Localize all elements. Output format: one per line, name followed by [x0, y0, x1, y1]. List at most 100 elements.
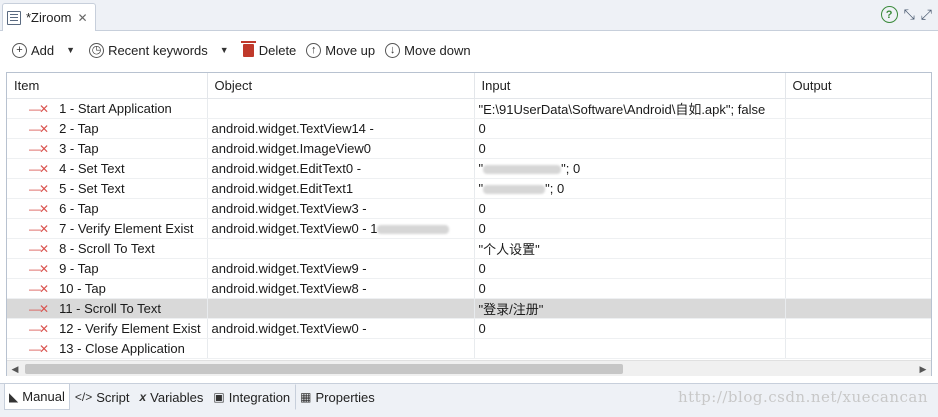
item-cell[interactable]: —✕ 2 - Tap — [7, 118, 208, 139]
table-row-selected[interactable]: —✕ 11 - Scroll To Text "登录/注册" — [7, 298, 931, 319]
object-cell[interactable]: android.widget.TextView0 - 1 — [207, 218, 475, 239]
object-cell[interactable]: android.widget.TextView0 - — [207, 318, 475, 339]
tab-script[interactable]: </> Script — [70, 384, 135, 410]
object-cell[interactable]: android.widget.EditText1 — [207, 178, 475, 199]
item-cell[interactable]: —✕ 8 - Scroll To Text — [7, 238, 208, 259]
object-text: android.widget.TextView0 - 1 — [211, 220, 378, 236]
input-cell[interactable]: "E:\91UserData\Software\Android\自如.apk";… — [474, 98, 786, 119]
step-icon: —✕ — [29, 201, 49, 216]
input-cell[interactable]: 0 — [474, 138, 786, 159]
recent-keywords-dropdown-icon[interactable]: ▼ — [220, 45, 229, 55]
recent-keywords-button[interactable]: ◷ Recent keywords — [89, 42, 208, 58]
object-cell[interactable]: android.widget.TextView3 - — [207, 198, 475, 219]
table-row[interactable]: —✕ 10 - Tap android.widget.TextView8 - 0 — [7, 278, 931, 299]
object-cell[interactable] — [207, 238, 475, 259]
item-cell[interactable]: —✕ 10 - Tap — [7, 278, 208, 299]
table-row[interactable]: —✕ 13 - Close Application — [7, 338, 931, 359]
column-header-input[interactable]: Input — [474, 73, 786, 99]
input-cell[interactable]: 0 — [474, 218, 786, 239]
table-row[interactable]: —✕ 8 - Scroll To Text "个人设置" — [7, 238, 931, 259]
input-cell[interactable]: 0 — [474, 258, 786, 279]
item-cell[interactable]: —✕ 9 - Tap — [7, 258, 208, 279]
help-icon[interactable]: ? — [880, 6, 898, 23]
output-cell[interactable] — [785, 158, 931, 179]
object-cell[interactable] — [207, 338, 475, 359]
output-cell[interactable] — [785, 218, 931, 239]
input-cell[interactable]: "登录/注册" — [474, 298, 786, 319]
delete-button[interactable]: Delete — [240, 40, 296, 58]
item-cell[interactable]: —✕ 1 - Start Application — [7, 98, 208, 119]
tab-integration[interactable]: ▣ Integration — [208, 384, 295, 410]
table-row[interactable]: —✕ 7 - Verify Element Exist android.widge… — [7, 218, 931, 239]
output-cell[interactable] — [785, 98, 931, 119]
scrollbar-thumb[interactable] — [25, 364, 623, 374]
script-icon: </> — [74, 390, 93, 404]
add-dropdown-icon[interactable]: ▼ — [66, 45, 75, 55]
item-label: 8 - Scroll To Text — [59, 240, 155, 256]
redacted-value — [483, 164, 562, 174]
object-cell[interactable]: android.widget.TextView8 - — [207, 278, 475, 299]
output-cell[interactable] — [785, 298, 931, 319]
move-down-button[interactable]: ↓ Move down — [385, 42, 471, 58]
output-cell[interactable] — [785, 318, 931, 339]
input-cell[interactable]: " "; 0 — [474, 158, 786, 179]
table-row[interactable]: —✕ 2 - Tap android.widget.TextView14 - 0 — [7, 118, 931, 139]
horizontal-scrollbar[interactable]: ◀ ▶ — [7, 360, 931, 376]
restore-icon[interactable]: ⤡ — [904, 6, 915, 23]
table-row[interactable]: —✕ 3 - Tap android.widget.ImageView0 0 — [7, 138, 931, 159]
item-cell[interactable]: —✕ 13 - Close Application — [7, 338, 208, 359]
object-cell[interactable] — [207, 298, 475, 319]
table-row[interactable]: —✕ 5 - Set Text android.widget.EditText1 … — [7, 178, 931, 199]
output-cell[interactable] — [785, 238, 931, 259]
item-cell[interactable]: —✕ 4 - Set Text — [7, 158, 208, 179]
tab-variables[interactable]: x Variables — [134, 384, 208, 410]
tab-properties[interactable]: ▦ Properties — [295, 384, 380, 410]
table-row[interactable]: —✕ 1 - Start Application "E:\91UserData\S… — [7, 98, 931, 119]
step-icon: —✕ — [29, 321, 49, 336]
object-cell[interactable] — [207, 98, 475, 119]
close-icon[interactable]: ✕ — [78, 12, 88, 24]
output-cell[interactable] — [785, 198, 931, 219]
item-cell[interactable]: —✕ 3 - Tap — [7, 138, 208, 159]
scroll-right-icon[interactable]: ▶ — [915, 361, 931, 377]
input-cell[interactable]: "个人设置" — [474, 238, 786, 259]
scroll-left-icon[interactable]: ◀ — [7, 361, 23, 377]
input-cell[interactable] — [474, 338, 786, 359]
move-up-button[interactable]: ↑ Move up — [306, 42, 375, 58]
column-header-item[interactable]: Item — [7, 73, 208, 99]
object-cell[interactable]: android.widget.TextView9 - — [207, 258, 475, 279]
input-cell[interactable]: 0 — [474, 198, 786, 219]
output-cell[interactable] — [785, 258, 931, 279]
maximize-icon[interactable]: ⤢ — [921, 6, 932, 23]
input-cell[interactable]: 0 — [474, 318, 786, 339]
item-cell[interactable]: —✕ 12 - Verify Element Exist — [7, 318, 208, 339]
tab-ziroom[interactable]: *Ziroom ✕ — [2, 3, 96, 31]
item-cell[interactable]: —✕ 11 - Scroll To Text — [7, 298, 208, 319]
input-cell[interactable]: 0 — [474, 278, 786, 299]
output-cell[interactable] — [785, 178, 931, 199]
column-header-output[interactable]: Output — [785, 73, 931, 99]
column-header-object[interactable]: Object — [207, 73, 475, 99]
object-cell[interactable]: android.widget.ImageView0 — [207, 138, 475, 159]
tab-manual[interactable]: ◣ Manual — [4, 384, 70, 410]
table-row[interactable]: —✕ 12 - Verify Element Exist android.widg… — [7, 318, 931, 339]
object-cell[interactable]: android.widget.TextView14 - — [207, 118, 475, 139]
item-cell[interactable]: —✕ 5 - Set Text — [7, 178, 208, 199]
item-cell[interactable]: —✕ 6 - Tap — [7, 198, 208, 219]
input-cell[interactable]: " "; 0 — [474, 178, 786, 199]
step-icon: —✕ — [29, 241, 49, 256]
table-row[interactable]: —✕ 6 - Tap android.widget.TextView3 - 0 — [7, 198, 931, 219]
output-cell[interactable] — [785, 278, 931, 299]
table-row[interactable]: —✕ 4 - Set Text android.widget.EditText0 … — [7, 158, 931, 179]
item-cell[interactable]: —✕ 7 - Verify Element Exist — [7, 218, 208, 239]
add-button[interactable]: + Add — [12, 42, 54, 58]
step-icon: —✕ — [29, 141, 49, 156]
output-cell[interactable] — [785, 138, 931, 159]
object-cell[interactable]: android.widget.EditText0 - — [207, 158, 475, 179]
item-label: 4 - Set Text — [59, 160, 125, 176]
input-cell[interactable]: 0 — [474, 118, 786, 139]
redacted-value — [377, 224, 450, 234]
output-cell[interactable] — [785, 118, 931, 139]
table-row[interactable]: —✕ 9 - Tap android.widget.TextView9 - 0 — [7, 258, 931, 279]
output-cell[interactable] — [785, 338, 931, 359]
